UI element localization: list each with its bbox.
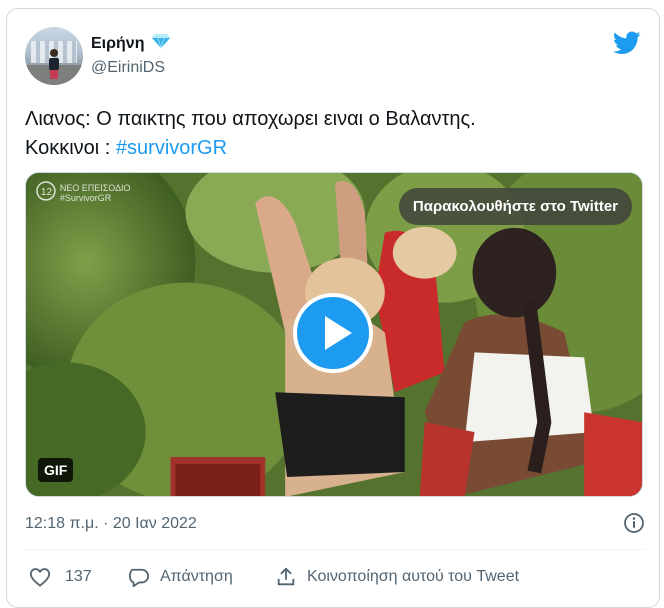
- svg-text:ΝΕΟ ΕΠΕΙΣΟΔΙΟ: ΝΕΟ ΕΠΕΙΣΟΔΙΟ: [60, 183, 131, 193]
- reply-bubble-icon: [129, 568, 149, 587]
- reply-button[interactable]: Απάντηση: [128, 564, 233, 590]
- divider: [25, 549, 645, 550]
- svg-text:#SurvivorGR: #SurvivorGR: [60, 193, 112, 203]
- like-count: 137: [65, 568, 92, 585]
- tweet-card: Ειρήνη @EiriniDS Λιανος: Ο παικτης που α…: [6, 8, 660, 608]
- author-block[interactable]: Ειρήνη @EiriniDS: [91, 33, 171, 77]
- share-button[interactable]: Κοινοποίηση αυτού του Tweet: [275, 564, 519, 590]
- info-icon[interactable]: [623, 512, 645, 534]
- gem-icon: [151, 33, 171, 54]
- play-button[interactable]: [293, 293, 373, 373]
- author-handle[interactable]: @EiriniDS: [91, 59, 171, 77]
- reply-label: Απάντηση: [160, 568, 233, 585]
- tweet-text-line-1: Λιανος: Ο παικτης που αποχωρει ειναι ο Β…: [25, 108, 476, 130]
- tweet-header: Ειρήνη @EiriniDS: [25, 27, 645, 87]
- hashtag-link[interactable]: #survivorGR: [116, 137, 227, 159]
- watch-on-twitter-button[interactable]: Παρακολουθήστε στο Twitter: [398, 188, 632, 225]
- svg-text:12: 12: [41, 187, 53, 198]
- tweet-timestamp[interactable]: 12:18 π.μ. · 20 Ιαν 2022: [25, 515, 197, 532]
- twitter-bird-icon[interactable]: [613, 31, 641, 55]
- author-display-name[interactable]: Ειρήνη: [91, 35, 144, 53]
- gif-badge: GIF: [38, 458, 74, 482]
- tweet-text-prefix: Κοκκινοι :: [25, 137, 116, 159]
- heart-icon: [29, 568, 51, 587]
- tweet-media-gif[interactable]: ΝΕΟ ΕΠΕΙΣΟΔΙΟ #SurvivorGR 12 Παρακολουθή…: [25, 172, 643, 497]
- avatar[interactable]: [25, 27, 83, 85]
- like-button[interactable]: 137: [29, 564, 92, 590]
- play-icon: [325, 316, 352, 350]
- tweet-text: Λιανος: Ο παικτης που αποχωρει ειναι ο Β…: [25, 105, 645, 163]
- tweet-actions: 137 Απάντηση Κοινοποίηση αυτού του Tweet: [25, 564, 645, 590]
- tweet-meta: 12:18 π.μ. · 20 Ιαν 2022: [25, 512, 645, 536]
- share-label: Κοινοποίηση αυτού του Tweet: [307, 568, 520, 585]
- tweet-text-line-2: Κοκκινοι : #survivorGR: [25, 134, 645, 163]
